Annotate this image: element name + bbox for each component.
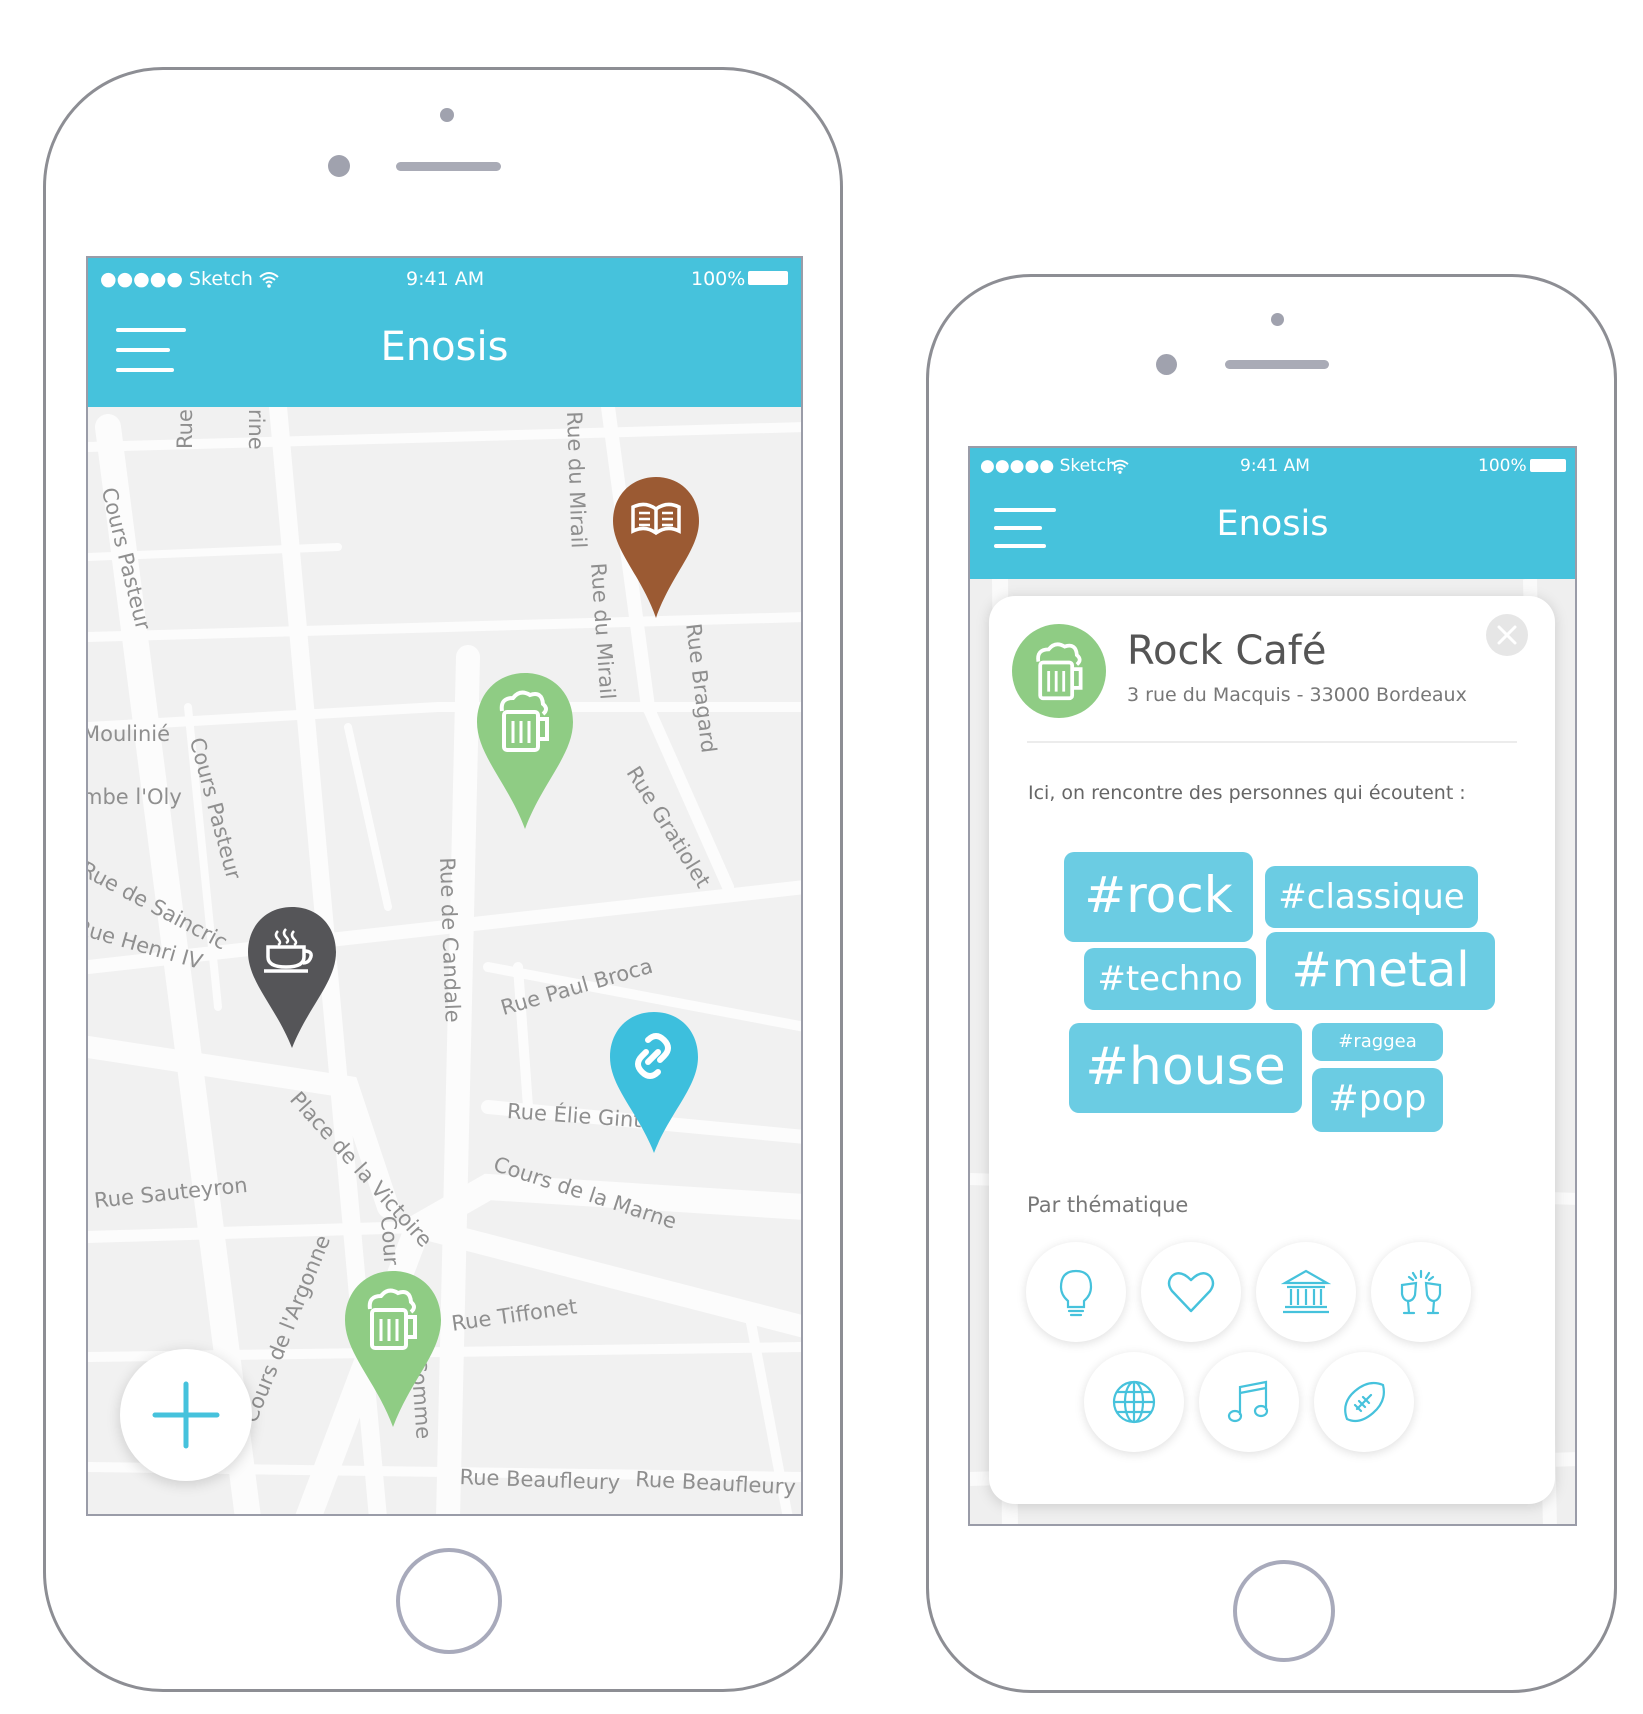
street-label: Rue du Mirail: [562, 411, 591, 549]
book-pin[interactable]: [611, 475, 701, 620]
street-label: Cour: [376, 1215, 404, 1267]
close-icon: [1497, 625, 1517, 645]
intro-text: Ici, on rencontre des personnes qui écou…: [1028, 782, 1466, 804]
place-category-avatar: [1012, 624, 1106, 718]
cheers-icon: [1400, 1269, 1442, 1315]
beer-pin[interactable]: [343, 1269, 443, 1429]
proximity-sensor: [1156, 354, 1177, 375]
right-screen: ●●●●● Sketch 9:41 AM 100% Enosis Rock Ca…: [968, 446, 1577, 1526]
street-label: Moulinié: [86, 722, 171, 746]
theme-music-button[interactable]: [1199, 1352, 1299, 1452]
home-button[interactable]: [396, 1548, 502, 1654]
tag-raggea[interactable]: #raggea: [1312, 1023, 1443, 1061]
place-detail-card: Rock Café 3 rue du Macquis - 33000 Borde…: [989, 596, 1555, 1504]
status-carrier: ●●●●● Sketch: [100, 268, 253, 290]
app-header: ●●●●● Sketch 9:41 AM 100% Enosis: [970, 448, 1575, 579]
street-label: mbe l'Oly: [86, 785, 182, 809]
football-icon: [1344, 1381, 1385, 1423]
wifi-icon: [259, 272, 279, 288]
theme-sport-button[interactable]: [1314, 1352, 1414, 1452]
battery-icon: [748, 271, 788, 285]
theme-culture-button[interactable]: [1256, 1242, 1356, 1342]
theme-world-button[interactable]: [1084, 1352, 1184, 1452]
battery-icon: [1530, 459, 1566, 472]
map-view[interactable]: Rue rine Rue du Mirail Cours Pasteur Rue…: [86, 407, 801, 1514]
themes-label: Par thématique: [1027, 1193, 1189, 1217]
tag-pop[interactable]: #pop: [1312, 1068, 1443, 1132]
divider: [1027, 741, 1517, 743]
home-button[interactable]: [1233, 1560, 1335, 1662]
left-screen: Rue rine Rue du Mirail Cours Pasteur Rue…: [86, 256, 803, 1516]
lightbulb-icon: [1059, 1269, 1093, 1317]
street-label: Rue: [173, 409, 197, 449]
close-button[interactable]: [1486, 614, 1528, 656]
plus-icon: [152, 1381, 220, 1449]
tag-classique[interactable]: #classique: [1265, 866, 1478, 928]
app-title: Enosis: [380, 324, 509, 370]
status-carrier: ●●●●● Sketch: [980, 456, 1117, 476]
status-time: 9:41 AM: [1240, 456, 1310, 476]
museum-icon: [1281, 1269, 1331, 1314]
coffee-pin[interactable]: [246, 905, 338, 1050]
beer-icon: [1036, 642, 1083, 701]
proximity-sensor: [328, 155, 350, 177]
tag-metal[interactable]: #metal: [1266, 932, 1495, 1010]
theme-party-button[interactable]: [1371, 1242, 1471, 1342]
wifi-icon: [1111, 459, 1129, 474]
link-pin[interactable]: [608, 1010, 700, 1155]
front-camera: [1271, 313, 1284, 326]
place-name: Rock Café: [1127, 628, 1327, 674]
globe-icon: [1112, 1380, 1156, 1424]
street-label: rine: [244, 409, 268, 450]
tag-house[interactable]: #house: [1069, 1023, 1302, 1113]
add-button[interactable]: [120, 1349, 252, 1481]
app-header: ●●●●● Sketch 9:41 AM 100% Enosis: [88, 258, 801, 407]
earpiece-speaker: [1225, 360, 1329, 369]
beer-pin[interactable]: [475, 671, 575, 831]
status-battery-text: 100%: [691, 268, 746, 290]
place-address: 3 rue du Macquis - 33000 Bordeaux: [1127, 684, 1467, 706]
status-time: 9:41 AM: [406, 268, 485, 290]
tag-rock[interactable]: #rock: [1064, 852, 1253, 942]
front-camera: [440, 108, 454, 122]
status-battery-text: 100%: [1478, 456, 1527, 476]
music-icon: [1227, 1380, 1269, 1423]
app-title: Enosis: [1216, 504, 1329, 544]
earpiece-speaker: [396, 162, 501, 171]
theme-ideas-button[interactable]: [1026, 1242, 1126, 1342]
heart-icon: [1167, 1272, 1215, 1313]
theme-love-button[interactable]: [1141, 1242, 1241, 1342]
tag-techno[interactable]: #techno: [1084, 948, 1256, 1010]
